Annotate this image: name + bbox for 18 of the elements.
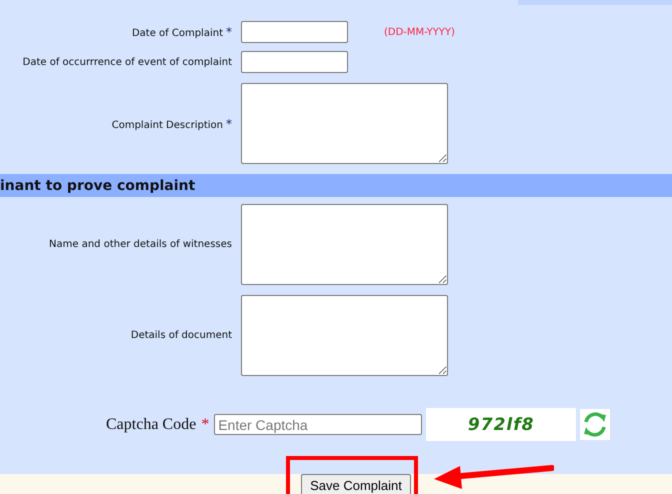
save-button[interactable]: Save Complaint (301, 474, 411, 494)
captcha-label: Captcha Code (106, 416, 196, 434)
required-mark: * (201, 416, 210, 434)
section-title: inant to prove complaint (0, 178, 196, 194)
field-label: Date of occurrrence of event of complaint (22, 56, 233, 68)
refresh-icon[interactable] (580, 409, 610, 440)
field-label: Date of Complaint * (132, 25, 233, 39)
date-format-hint: (DD-MM-YYYY) (384, 26, 456, 38)
captcha-input[interactable]: Enter Captcha (214, 414, 422, 435)
text-area[interactable] (241, 295, 448, 376)
text-area[interactable] (241, 204, 448, 285)
field-label: Complaint Description * (112, 116, 233, 130)
captcha-code: 972lf8 (468, 414, 534, 434)
field-label: Name and other details of witnesses (49, 239, 233, 250)
text-area[interactable] (241, 83, 448, 164)
input-field[interactable] (241, 51, 348, 73)
input-field[interactable] (241, 21, 348, 43)
field-label: Details of document (130, 330, 233, 341)
